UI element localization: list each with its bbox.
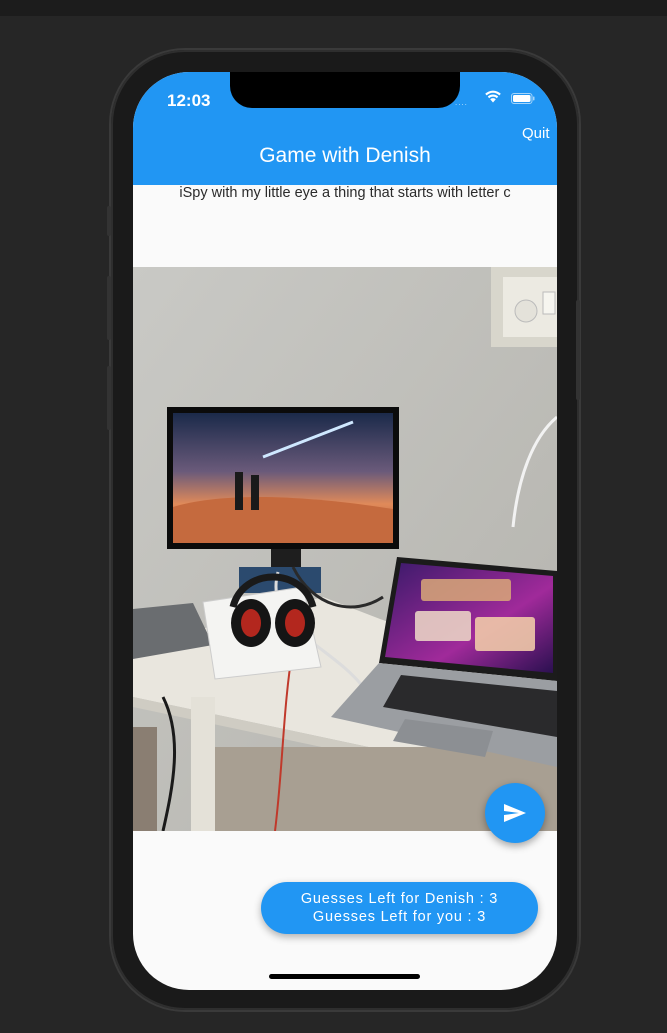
ispy-prompt: iSpy with my little eye a thing that sta…: [179, 185, 511, 201]
phone-side-button: [107, 276, 111, 340]
window-top-bar: [0, 0, 667, 16]
send-button[interactable]: [485, 783, 545, 843]
phone-side-button: [107, 366, 111, 430]
home-indicator[interactable]: [269, 974, 420, 979]
desk-photo: [133, 267, 557, 831]
signal-icon: ....: [455, 98, 468, 107]
send-icon: [504, 804, 526, 822]
guesses-left-opponent: Guesses Left for Denish : 3: [300, 891, 499, 907]
quit-button[interactable]: Quit: [522, 125, 550, 142]
page-title: Game with Denish: [259, 144, 431, 167]
app-bar: 12:03 .... Quit Game with Denish: [133, 72, 557, 185]
notch: [230, 72, 460, 108]
guesses-left-badge: Guesses Left for Denish : 3 Guesses Left…: [261, 882, 538, 934]
phone-screen: 12:03 .... Quit Game with Denish iSpy wi…: [133, 72, 557, 990]
status-time: 12:03: [167, 91, 211, 110]
guesses-left-you: Guesses Left for you : 3: [312, 909, 487, 925]
wifi-icon: [485, 90, 501, 103]
phone-side-button: [107, 206, 111, 236]
phone-side-button: [576, 300, 580, 400]
battery-icon: [511, 93, 535, 104]
